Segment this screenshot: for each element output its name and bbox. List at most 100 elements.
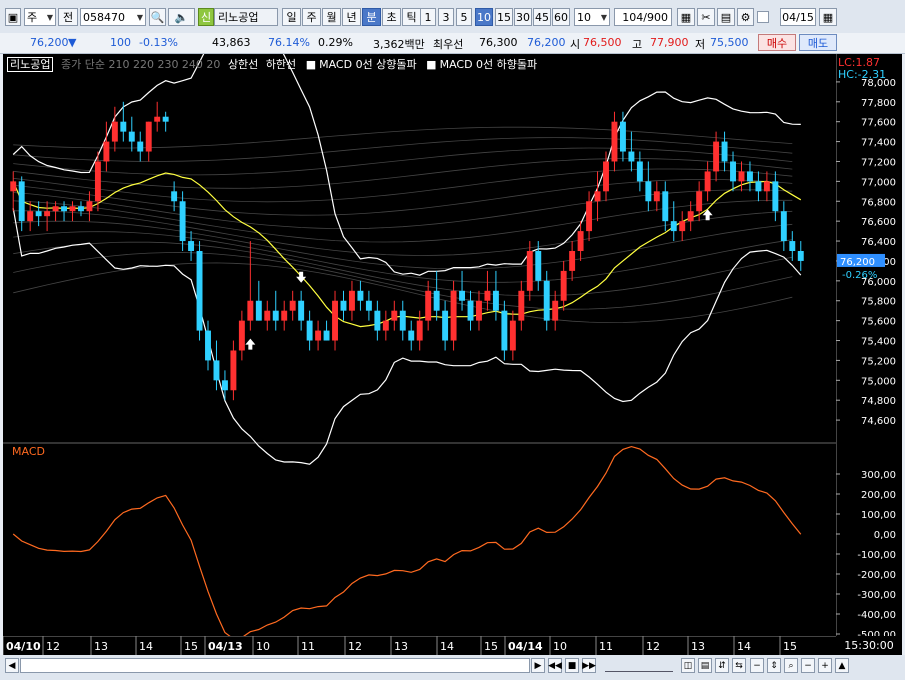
menu-icon[interactable]: ▣: [5, 8, 21, 26]
candle-body: [154, 116, 161, 122]
search-icon[interactable]: ⌕: [784, 658, 798, 673]
chevron-down-icon: ▼: [46, 12, 53, 22]
x-tick-label: 13: [94, 640, 108, 653]
price-chart[interactable]: [3, 54, 836, 655]
date-input[interactable]: 04/15: [780, 8, 816, 26]
split-icon[interactable]: ⇵: [715, 658, 729, 673]
minute-3[interactable]: 3: [438, 8, 454, 26]
grid-icon[interactable]: ▦: [677, 8, 695, 26]
save-icon[interactable]: ▤: [717, 8, 735, 26]
candle-body: [450, 290, 457, 341]
period-day[interactable]: 일: [282, 8, 301, 26]
calendar-icon[interactable]: ▦: [819, 8, 837, 26]
candle-body: [467, 300, 474, 321]
minute-1[interactable]: 1: [420, 8, 436, 26]
candle-body: [577, 231, 584, 251]
x-tick-label: 15: [783, 640, 797, 653]
chart-panel[interactable]: 리노공업 종가 단순 210 220 230 240 20 상한선 하한선 ■ M…: [3, 54, 836, 655]
candle-body: [289, 300, 296, 311]
settings-icon[interactable]: ⚙: [737, 8, 754, 26]
candle-body: [298, 300, 305, 321]
y-tick-label: 74,800: [861, 396, 896, 407]
x-tick-label: 04/13: [208, 640, 243, 653]
candle-body: [636, 161, 643, 182]
minute-15[interactable]: 15: [495, 8, 513, 26]
period-tick[interactable]: 틱: [402, 8, 421, 26]
volume: 43,863: [212, 36, 251, 49]
zoom-slider[interactable]: [605, 660, 673, 672]
candle-body: [509, 320, 516, 351]
scroll-track[interactable]: [20, 658, 530, 673]
zoom-out-icon[interactable]: −: [750, 658, 764, 673]
sell-button[interactable]: 매도: [799, 34, 837, 51]
candle-body: [569, 251, 576, 271]
y-axis-svg: 78,00077,80077,60077,40077,20077,00076,8…: [836, 54, 896, 655]
period-second[interactable]: 초: [382, 8, 401, 26]
custom-minute-select[interactable]: 10 ▼: [574, 8, 610, 26]
candle-body: [399, 310, 406, 331]
date-checkbox[interactable]: [757, 11, 769, 23]
candle-body: [484, 290, 491, 301]
trade-amount: 3,362백만: [373, 38, 425, 51]
candle-body: [179, 201, 186, 242]
candle-body: [730, 161, 736, 182]
candle-body: [196, 251, 203, 331]
y-axis[interactable]: 78,000 77,800 77,600 77,400 77,200 77,000 76,8…: [836, 54, 902, 655]
stop-icon[interactable]: ■: [565, 658, 579, 673]
tool-icon[interactable]: ✂: [697, 8, 715, 26]
candle-body: [416, 320, 423, 341]
candle-body: [44, 211, 51, 217]
speaker-icon[interactable]: 🔈: [168, 8, 195, 26]
rewind-icon[interactable]: ◀◀: [548, 658, 562, 673]
period-month[interactable]: 월: [322, 8, 341, 26]
candle-body: [645, 181, 652, 202]
minute-10[interactable]: 10: [475, 8, 493, 26]
candle-body: [332, 300, 338, 341]
candle-body: [230, 350, 237, 391]
period-minute[interactable]: 분: [362, 8, 381, 26]
candle-body: [501, 310, 508, 351]
search-icon[interactable]: 🔍: [149, 8, 166, 26]
clock: 15:30:00: [836, 636, 902, 655]
fit-icon[interactable]: ◫: [681, 658, 695, 673]
x-axis: 04/10 12 13 14 15 04/13 10 11 12 13 14 15 04/14 10 11 1…: [3, 636, 836, 655]
minute-5[interactable]: 5: [456, 8, 472, 26]
list-icon[interactable]: ▤: [698, 658, 712, 673]
candle-body: [738, 171, 745, 182]
candle-body: [306, 320, 313, 341]
x-tick-label: 13: [394, 640, 408, 653]
minute-60[interactable]: 60: [552, 8, 570, 26]
period-year[interactable]: 년: [342, 8, 361, 26]
plus-icon[interactable]: +: [818, 658, 832, 673]
code-input[interactable]: 058470 ▼: [80, 8, 146, 26]
candle-body: [696, 191, 703, 212]
forward-icon[interactable]: ▶▶: [582, 658, 596, 673]
period-week[interactable]: 주: [302, 8, 321, 26]
minute-45[interactable]: 45: [533, 8, 551, 26]
down-arrow-icon: ▼: [68, 36, 77, 49]
y-tick-label: 74,600: [861, 416, 896, 427]
swap-icon[interactable]: ⇆: [732, 658, 746, 673]
prev-button[interactable]: 전: [58, 8, 78, 26]
scroll-right-icon[interactable]: ▶: [531, 658, 545, 673]
x-tick-label: 13: [691, 640, 705, 653]
candle-body: [619, 121, 626, 152]
scroll-left-icon[interactable]: ◀: [5, 658, 19, 673]
candle-body: [35, 211, 42, 217]
minute-30[interactable]: 30: [514, 8, 532, 26]
candle-body: [78, 206, 84, 212]
y-tick-label: 200,00: [861, 490, 896, 501]
x-tick-label: 12: [646, 640, 660, 653]
candle-body: [264, 310, 271, 321]
market-select[interactable]: 주 ▼: [24, 8, 56, 26]
count-input[interactable]: 104/900: [614, 8, 672, 26]
legend-stock: 리노공업: [7, 57, 54, 72]
buy-button[interactable]: 매수: [758, 34, 796, 51]
legend-ma: 종가 단순 210 220 230 240 20: [60, 58, 221, 71]
candle-body: [18, 181, 25, 222]
scroll-icon[interactable]: ⇕: [767, 658, 781, 673]
minus-icon[interactable]: −: [801, 658, 815, 673]
scroll-up-icon[interactable]: ▲: [835, 658, 849, 673]
x-tick-label: 14: [440, 640, 454, 653]
candle-body: [704, 171, 711, 192]
